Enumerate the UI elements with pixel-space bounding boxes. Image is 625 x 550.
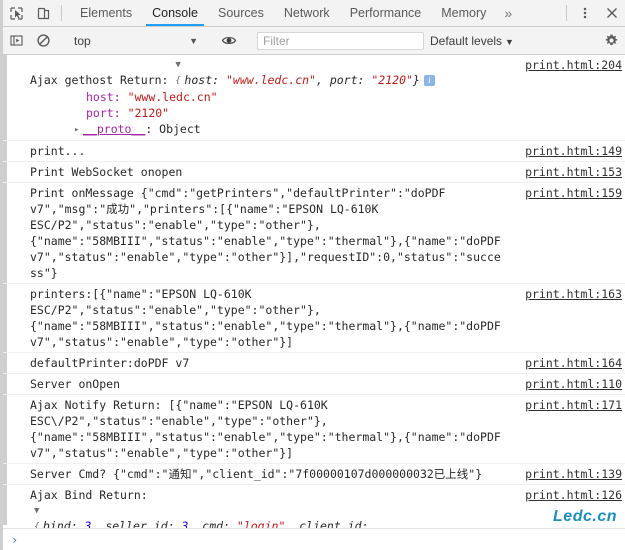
chevron-down-icon: ▼	[189, 35, 198, 46]
preview-part-1: "www.ledc.cn"	[225, 73, 316, 87]
preview-part-2: , port:	[315, 73, 372, 87]
execution-context-label: top	[74, 33, 91, 48]
tab-memory-label: Memory	[441, 6, 487, 20]
chevron-down-icon-levels: ▼	[505, 36, 514, 47]
inspect-cursor-icon[interactable]	[3, 0, 30, 26]
console-message-printers[interactable]: print.html:163 printers:[{"name":"EPSON …	[3, 284, 625, 353]
console-message-ajax-notify[interactable]: print.html:171 Ajax Notify Return: [{"na…	[3, 395, 625, 464]
property-value: "2120"	[127, 106, 170, 120]
watermark: Ledc.cn	[553, 508, 617, 525]
devtools-tabbar: Elements Console Sources Network Perform…	[3, 0, 625, 27]
tab-elements[interactable]: Elements	[70, 0, 142, 26]
object-preview[interactable]: ▼{bind: 3, seller_id: 3, cmd: "login", c…	[30, 503, 625, 528]
tab-sources[interactable]: Sources	[208, 0, 274, 26]
tab-console[interactable]: Console	[142, 0, 208, 26]
prompt-caret-icon: ›	[11, 532, 19, 547]
more-tabs-label: »	[504, 5, 513, 21]
property-value: "www.ledc.cn"	[127, 90, 218, 104]
source-link[interactable]: print.html:163	[525, 286, 622, 302]
preview-part-0: bind:	[43, 519, 85, 528]
preview-part-3: "2120"	[371, 73, 413, 87]
proto-value: : Object	[145, 122, 201, 136]
preview-part-5: "login"	[236, 519, 286, 528]
tab-sources-label: Sources	[217, 6, 264, 20]
object-property-port: port: "2120"	[30, 105, 625, 121]
more-tabs-button[interactable]: »	[496, 0, 520, 26]
execute-snippet-icon[interactable]	[3, 33, 30, 48]
preview-part-4: , cmd:	[188, 519, 237, 528]
info-badge-icon[interactable]: i	[423, 75, 435, 86]
source-link[interactable]: print.html:110	[525, 376, 622, 392]
object-proto-row[interactable]: ▸ __proto__: Object	[30, 121, 625, 138]
clear-console-icon[interactable]	[30, 33, 57, 48]
source-link[interactable]: print.html:126	[525, 487, 622, 503]
execution-context-select[interactable]: top ▼	[66, 34, 206, 48]
tab-console-label: Console	[152, 6, 198, 20]
device-toolbar-icon[interactable]	[30, 0, 57, 26]
console-filterbar: top ▼ Default levels▼	[3, 27, 625, 55]
expand-triangle-icon[interactable]: ▼{	[34, 503, 43, 528]
preview-part-2: , seller_id:	[91, 519, 182, 528]
log-levels-select[interactable]: Default levels ▼	[430, 34, 520, 48]
source-link[interactable]: print.html:164	[525, 355, 622, 371]
devtools-window: Elements Console Sources Network Perform…	[0, 0, 625, 550]
tab-memory[interactable]: Memory	[431, 0, 496, 26]
kebab-menu-icon[interactable]	[571, 0, 598, 26]
console-message-ajax-gethost[interactable]: print.html:204 Ajax gethost Return: ▼{ho…	[3, 55, 625, 141]
source-link[interactable]: print.html:204	[525, 57, 622, 73]
message-label: Ajax gethost Return:	[30, 73, 169, 87]
console-message-defaultprinter[interactable]: print.html:164 defaultPrinter:doPDF v7	[3, 353, 625, 374]
toolbar-divider	[61, 5, 62, 21]
console-message-onmessage[interactable]: print.html:159 Print onMessage {"cmd":"g…	[3, 183, 625, 284]
console-message-websocket-onopen[interactable]: print.html:153 Print WebSocket onopen	[3, 162, 625, 183]
console-message-server-cmd[interactable]: print.html:139 Server Cmd? {"cmd":"通知","…	[3, 464, 625, 485]
collapse-triangle-icon[interactable]: ▸	[74, 122, 83, 138]
source-link[interactable]: print.html:171	[525, 397, 622, 413]
object-preview[interactable]: ▼{host: "www.ledc.cn", port: "2120"}	[175, 60, 420, 87]
preview-close: }	[412, 73, 420, 87]
preview-part-6: , client_id:	[285, 519, 376, 528]
tabbar-right-controls	[562, 0, 625, 26]
console-prompt[interactable]: ›	[3, 528, 625, 550]
tab-network[interactable]: Network	[274, 0, 340, 26]
console-message-server-onopen[interactable]: print.html:110 Server onOpen	[3, 374, 625, 395]
toolbar-divider-right	[566, 5, 567, 21]
panel-tabs: Elements Console Sources Network Perform…	[70, 0, 562, 26]
live-expression-eye-icon[interactable]	[215, 33, 242, 48]
log-levels-label: Default levels	[430, 33, 503, 48]
tab-performance[interactable]: Performance	[340, 0, 432, 26]
property-key: port:	[86, 106, 121, 120]
tab-elements-label: Elements	[80, 6, 133, 20]
settings-gear-icon[interactable]	[598, 33, 625, 48]
tab-network-label: Network	[283, 6, 330, 20]
proto-key: __proto__	[83, 122, 146, 136]
filter-input[interactable]	[257, 31, 424, 50]
preview-part-0: host:	[184, 73, 226, 87]
tab-performance-label: Performance	[349, 6, 422, 20]
source-link[interactable]: print.html:139	[525, 466, 622, 482]
object-property-host: host: "www.ledc.cn"	[30, 89, 625, 105]
close-icon[interactable]	[598, 0, 625, 26]
source-link[interactable]: print.html:149	[525, 143, 622, 159]
console-message-ajax-bind[interactable]: print.html:126 Ajax Bind Return: ▼{bind:…	[3, 485, 625, 528]
property-key: host:	[86, 90, 121, 104]
source-link[interactable]: print.html:159	[525, 185, 622, 201]
console-message-print-dots[interactable]: print.html:149 print...	[3, 141, 625, 162]
console-message-list[interactable]: print.html:204 Ajax gethost Return: ▼{ho…	[3, 55, 625, 528]
source-link[interactable]: print.html:153	[525, 164, 622, 180]
